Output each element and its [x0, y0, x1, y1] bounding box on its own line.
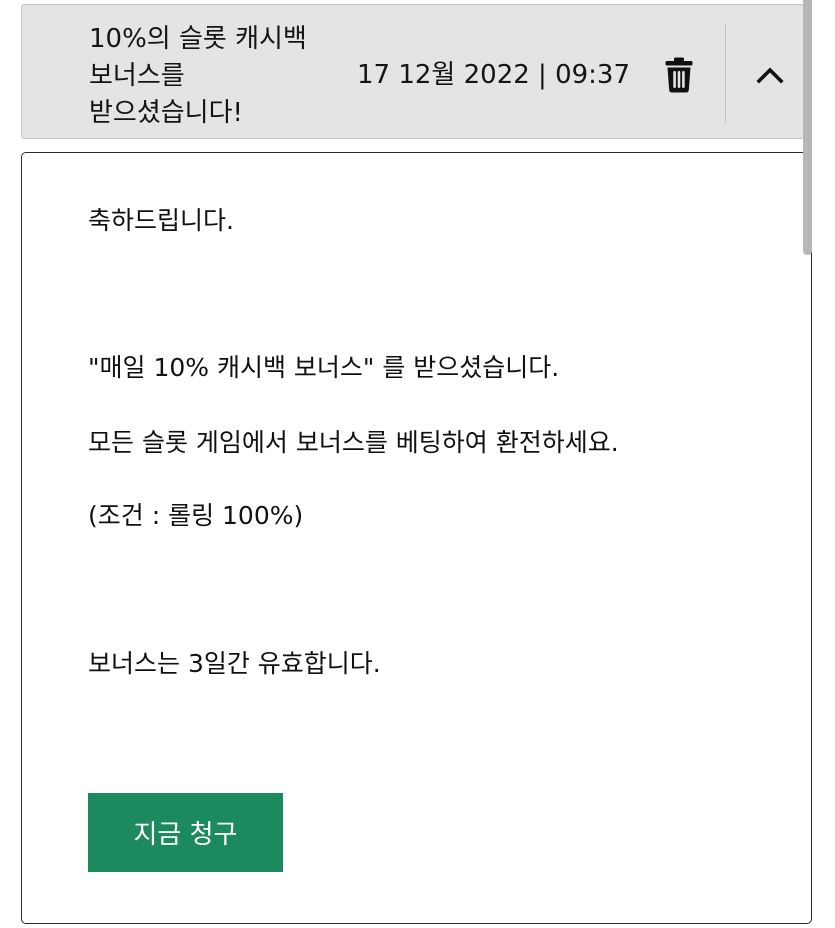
header-divider [725, 23, 726, 123]
scrollbar-thumb[interactable] [803, 0, 812, 255]
message-header[interactable]: 10%의 슬롯 캐시백 보너스를 받으셨습니다! 17 12월 2022 | 0… [21, 4, 812, 139]
chevron-up-icon [756, 67, 784, 84]
instruction-text: 모든 슬롯 게임에서 보너스를 베팅하여 환전하세요. [88, 428, 619, 457]
validity-text: 보너스는 3일간 유효합니다. [88, 649, 381, 678]
claim-now-button[interactable]: 지금 청구 [88, 793, 283, 872]
condition-text: (조건 : 롤링 100%) [88, 501, 304, 530]
collapse-button[interactable] [740, 49, 800, 101]
message-date: 17 12월 2022 | 09:37 [357, 60, 631, 90]
trash-icon [665, 57, 693, 93]
greeting-text: 축하드립니다. [88, 206, 234, 235]
delete-button[interactable] [658, 53, 700, 97]
message-title: 10%의 슬롯 캐시백 보너스를 받으셨습니다! [89, 24, 307, 128]
received-text: "매일 10% 캐시백 보너스" 를 받으셨습니다. [88, 353, 560, 382]
message-body-panel: 축하드립니다. "매일 10% 캐시백 보너스" 를 받으셨습니다. 모든 슬롯… [21, 152, 812, 924]
scrollbar[interactable] [803, 0, 812, 928]
